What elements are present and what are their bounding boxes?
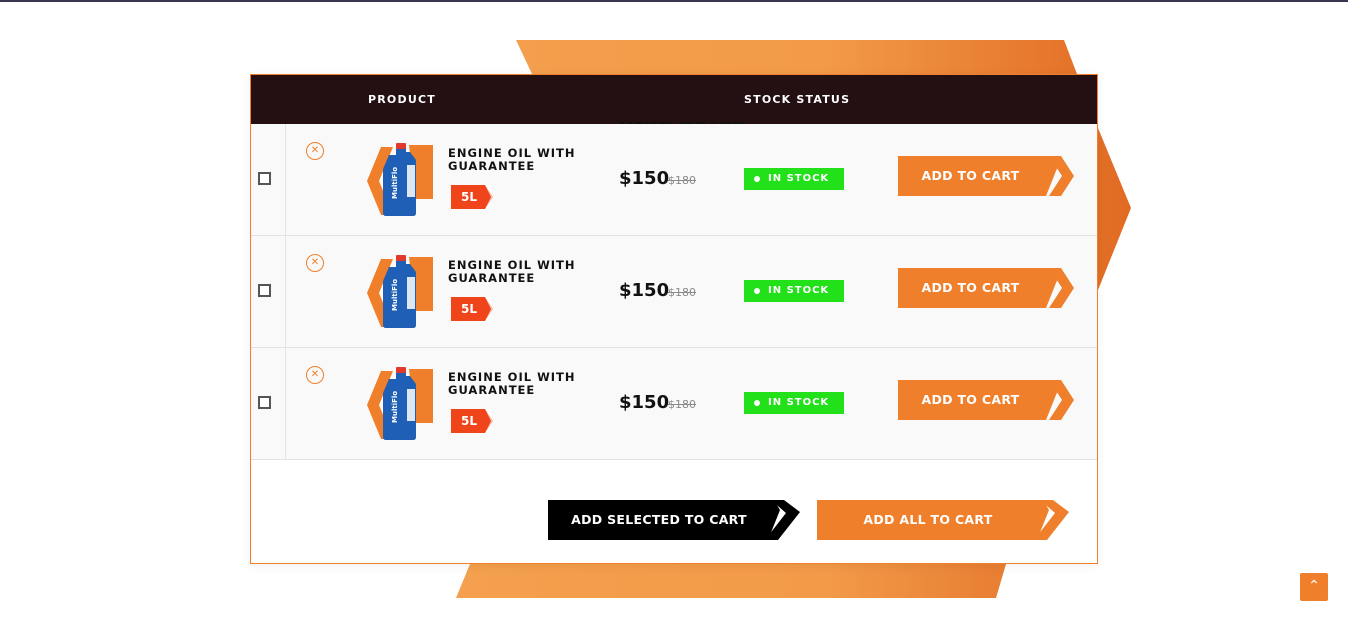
size-label: 5L (461, 414, 477, 428)
chevron-up-icon: ⌃ (1308, 578, 1320, 594)
remove-icon[interactable]: ✕ (306, 366, 324, 384)
add-to-cart-label: ADD TO CART (921, 392, 1020, 407)
remove-icon[interactable]: ✕ (306, 254, 324, 272)
add-to-cart-label: ADD TO CART (921, 280, 1020, 295)
product-name[interactable]: ENGINE OIL WITH GUARANTEE (448, 259, 598, 285)
wishlist-table: PRODUCT UNIT PRICE STOCK STATUS ✕ MultiF… (250, 74, 1098, 564)
header-stock-status: STOCK STATUS (744, 93, 851, 106)
engine-oil-product-image[interactable]: MultiFlo (367, 253, 433, 329)
table-row: ✕ MultiFlo ENGINE OIL WITH GUARANTEE 5L … (251, 236, 1097, 348)
select-checkbox[interactable] (258, 284, 271, 297)
add-to-cart-button[interactable]: ADD TO CART (898, 156, 1074, 196)
row-divider (285, 236, 286, 348)
scroll-to-top-button[interactable]: ⌃ (1300, 573, 1328, 601)
stock-status-label: IN STOCK (768, 285, 830, 296)
size-label: 5L (461, 302, 477, 316)
status-dot-icon (754, 176, 760, 182)
product-name[interactable]: ENGINE OIL WITH GUARANTEE (448, 147, 598, 173)
unit-price: $150 (619, 392, 670, 413)
table-header: PRODUCT UNIT PRICE STOCK STATUS (251, 75, 1097, 140)
stock-status-label: IN STOCK (768, 173, 830, 184)
select-checkbox[interactable] (258, 172, 271, 185)
stock-status-badge: IN STOCK (744, 392, 844, 414)
add-selected-to-cart-button[interactable]: ADD SELECTED TO CART (548, 500, 802, 540)
stock-status-badge: IN STOCK (744, 168, 844, 190)
size-badge: 5L (451, 297, 493, 321)
engine-oil-product-image[interactable]: MultiFlo (367, 365, 433, 441)
add-selected-label: ADD SELECTED TO CART (571, 512, 747, 527)
add-all-label: ADD ALL TO CART (863, 512, 993, 527)
row-divider (285, 348, 286, 460)
product-name[interactable]: ENGINE OIL WITH GUARANTEE (448, 371, 598, 397)
table-row: ✕ MultiFlo ENGINE OIL WITH GUARANTEE 5L … (251, 124, 1097, 236)
stock-status-badge: IN STOCK (744, 280, 844, 302)
size-badge: 5L (451, 185, 493, 209)
header-product: PRODUCT (368, 93, 436, 106)
row-divider (285, 124, 286, 236)
old-price: $180 (668, 398, 696, 411)
size-label: 5L (461, 190, 477, 204)
add-all-to-cart-button[interactable]: ADD ALL TO CART (817, 500, 1071, 540)
unit-price: $150 (619, 168, 670, 189)
status-dot-icon (754, 400, 760, 406)
select-checkbox[interactable] (258, 396, 271, 409)
add-to-cart-button[interactable]: ADD TO CART (898, 268, 1074, 308)
add-to-cart-button[interactable]: ADD TO CART (898, 380, 1074, 420)
old-price: $180 (668, 286, 696, 299)
status-dot-icon (754, 288, 760, 294)
remove-icon[interactable]: ✕ (306, 142, 324, 160)
unit-price: $150 (619, 280, 670, 301)
svg-text:MultiFlo: MultiFlo (391, 279, 399, 311)
size-badge: 5L (451, 409, 493, 433)
engine-oil-product-image[interactable]: MultiFlo (367, 141, 433, 217)
svg-text:MultiFlo: MultiFlo (391, 167, 399, 199)
add-to-cart-label: ADD TO CART (921, 168, 1020, 183)
stock-status-label: IN STOCK (768, 397, 830, 408)
table-row: ✕ MultiFlo ENGINE OIL WITH GUARANTEE 5L … (251, 348, 1097, 460)
old-price: $180 (668, 174, 696, 187)
svg-text:MultiFlo: MultiFlo (391, 391, 399, 423)
